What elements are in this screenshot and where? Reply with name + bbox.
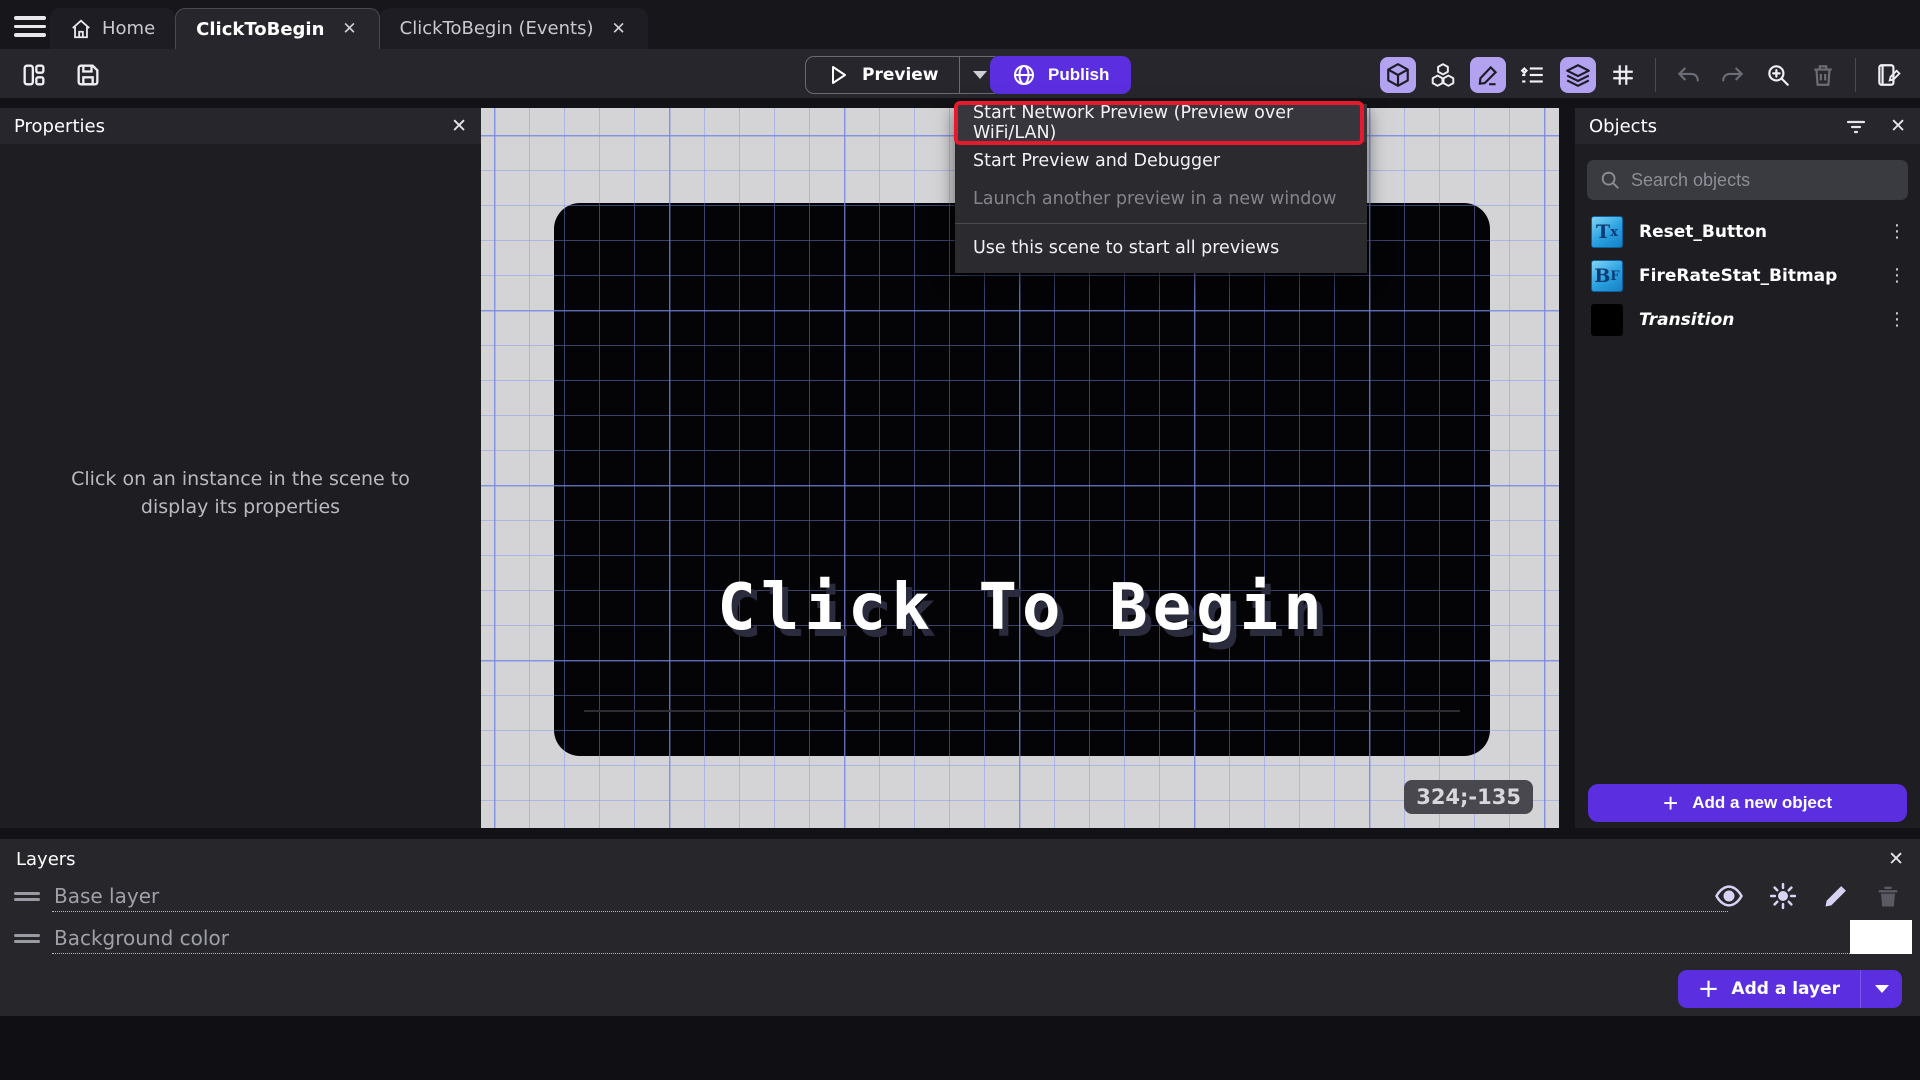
- zoom-in-icon[interactable]: [1760, 57, 1796, 93]
- object-row-transition[interactable]: Transition ⋮: [1575, 298, 1920, 342]
- object-menu-icon[interactable]: ⋮: [1886, 311, 1908, 329]
- chevron-down-icon: [1874, 985, 1889, 993]
- add-new-object-button[interactable]: + Add a new object: [1588, 784, 1907, 822]
- tab-clicktobegin-events[interactable]: ClickToBegin (Events) ✕: [379, 8, 648, 49]
- redo-icon[interactable]: [1715, 57, 1751, 93]
- add-object-label: Add a new object: [1692, 793, 1832, 812]
- object-name: Transition: [1639, 310, 1735, 330]
- menu-item-start-all-previews[interactable]: Use this scene to start all previews: [955, 229, 1367, 267]
- preview-button[interactable]: Preview: [806, 57, 959, 93]
- publish-button[interactable]: Publish: [990, 56, 1132, 94]
- grid-icon[interactable]: [1605, 57, 1641, 93]
- home-icon: [70, 18, 92, 40]
- scene-background-rect[interactable]: Click To Begin: [554, 203, 1490, 756]
- layer-name[interactable]: Base layer: [54, 884, 159, 908]
- globe-icon: [1012, 63, 1036, 87]
- instances-list-icon[interactable]: [1515, 57, 1551, 93]
- layer-row-background-color: Background color: [0, 918, 1920, 958]
- objects-header: Objects ✕: [1575, 108, 1920, 144]
- bottom-strip: [0, 1016, 1920, 1080]
- text-object-icon: Tx: [1591, 216, 1623, 248]
- add-layer-button[interactable]: + Add a layer: [1678, 976, 1860, 1002]
- close-icon[interactable]: ✕: [451, 116, 467, 136]
- main-toolbar: Preview Publish: [0, 49, 1920, 98]
- play-icon: [826, 63, 850, 87]
- properties-panel: Properties ✕ Click on an instance in the…: [0, 108, 481, 828]
- layer-name-underline: [52, 911, 1728, 912]
- close-tab-icon[interactable]: ✕: [609, 19, 627, 39]
- tab-label: Home: [102, 18, 156, 39]
- cursor-coordinates-badge: 324;-135: [1404, 780, 1533, 814]
- object-menu-icon[interactable]: ⋮: [1886, 223, 1908, 241]
- menu-item-network-preview[interactable]: Start Network Preview (Preview over WiFi…: [955, 103, 1367, 143]
- add-layer-options-arrow[interactable]: [1860, 970, 1902, 1008]
- editor-toolbar-icons: [1380, 56, 1906, 94]
- object-menu-icon[interactable]: ⋮: [1886, 267, 1908, 285]
- background-color-swatch[interactable]: [1850, 920, 1912, 954]
- object-row-reset-button[interactable]: Tx Reset_Button ⋮: [1575, 210, 1920, 254]
- gdevelop-editor-window: Home ClickToBegin ✕ ClickToBegin (Events…: [0, 0, 1920, 1080]
- objects-panel: Objects ✕ Tx Reset_Button ⋮ BF FireRateS…: [1575, 108, 1920, 828]
- preview-split-button: Preview: [805, 56, 1002, 94]
- objects-title: Objects: [1589, 115, 1658, 137]
- save-icon[interactable]: [70, 57, 106, 93]
- add-layer-split-button: + Add a layer: [1677, 970, 1902, 1008]
- properties-title: Properties: [14, 115, 105, 137]
- objects-search-input[interactable]: [1631, 169, 1896, 191]
- tab-bar: Home ClickToBegin ✕ ClickToBegin (Events…: [0, 0, 1920, 49]
- bitmap-text-object-icon: BF: [1591, 260, 1623, 292]
- layer-name[interactable]: Background color: [54, 926, 229, 950]
- toolbar-divider: [1855, 58, 1856, 92]
- scene-properties-icon[interactable]: [1870, 57, 1906, 93]
- objects-cubes-icon[interactable]: [1425, 57, 1461, 93]
- visibility-eye-icon[interactable]: [1714, 881, 1744, 911]
- drag-handle-icon[interactable]: [14, 889, 40, 904]
- layer-effects-icon[interactable]: [1768, 881, 1798, 911]
- close-icon[interactable]: ✕: [1890, 116, 1906, 136]
- toolbar-divider: [1655, 58, 1656, 92]
- chevron-down-icon: [973, 71, 988, 79]
- tab-label: ClickToBegin (Events): [399, 18, 594, 39]
- layer-row-base-layer: Base layer: [0, 876, 1920, 916]
- objects-search-box[interactable]: [1587, 160, 1908, 200]
- object-row-fireratestat-bitmap[interactable]: BF FireRateStat_Bitmap ⋮: [1575, 254, 1920, 298]
- delete-layer-icon[interactable]: [1874, 882, 1902, 910]
- scene-title-text[interactable]: Click To Begin: [554, 571, 1490, 645]
- drag-handle-icon[interactable]: [14, 931, 40, 946]
- close-tab-icon[interactable]: ✕: [340, 19, 358, 39]
- close-icon[interactable]: ✕: [1888, 850, 1904, 869]
- project-manager-icon[interactable]: [16, 57, 52, 93]
- tab-home[interactable]: Home: [50, 8, 176, 49]
- tab-clicktobegin[interactable]: ClickToBegin ✕: [175, 8, 380, 49]
- object-name: Reset_Button: [1639, 222, 1767, 242]
- plus-icon: +: [1663, 788, 1679, 818]
- edit-selection-icon[interactable]: [1470, 57, 1506, 93]
- undo-icon[interactable]: [1670, 57, 1706, 93]
- black-square-object-icon: [1591, 304, 1623, 336]
- tab-label: ClickToBegin: [196, 18, 325, 40]
- delete-icon[interactable]: [1805, 57, 1841, 93]
- search-icon: [1599, 169, 1621, 191]
- preview-button-label: Preview: [862, 65, 939, 85]
- edit-layer-pencil-icon[interactable]: [1822, 882, 1850, 910]
- filter-icon[interactable]: [1844, 114, 1868, 138]
- object-name: FireRateStat_Bitmap: [1639, 266, 1838, 286]
- toggle-3d-view-icon[interactable]: [1380, 57, 1416, 93]
- layer-name-underline: [52, 953, 1904, 954]
- scene-divider-line: [584, 710, 1460, 712]
- menu-divider: [955, 223, 1367, 224]
- plus-icon: +: [1697, 974, 1720, 1004]
- main-menu-icon[interactable]: [14, 16, 46, 38]
- properties-header: Properties ✕: [0, 108, 481, 144]
- properties-empty-message: Click on an instance in the scene to dis…: [71, 468, 410, 518]
- layers-title: Layers: [16, 849, 76, 870]
- publish-button-label: Publish: [1048, 65, 1110, 84]
- layers-panel: Layers ✕ Base layer Background color + A…: [0, 839, 1920, 1016]
- layers-panel-icon[interactable]: [1560, 57, 1596, 93]
- add-layer-label: Add a layer: [1731, 979, 1840, 999]
- menu-item-another-preview: Launch another preview in a new window: [973, 189, 1337, 209]
- preview-options-menu: Start Network Preview (Preview over WiFi…: [954, 101, 1367, 273]
- menu-item-preview-debugger[interactable]: Start Preview and Debugger: [955, 142, 1367, 180]
